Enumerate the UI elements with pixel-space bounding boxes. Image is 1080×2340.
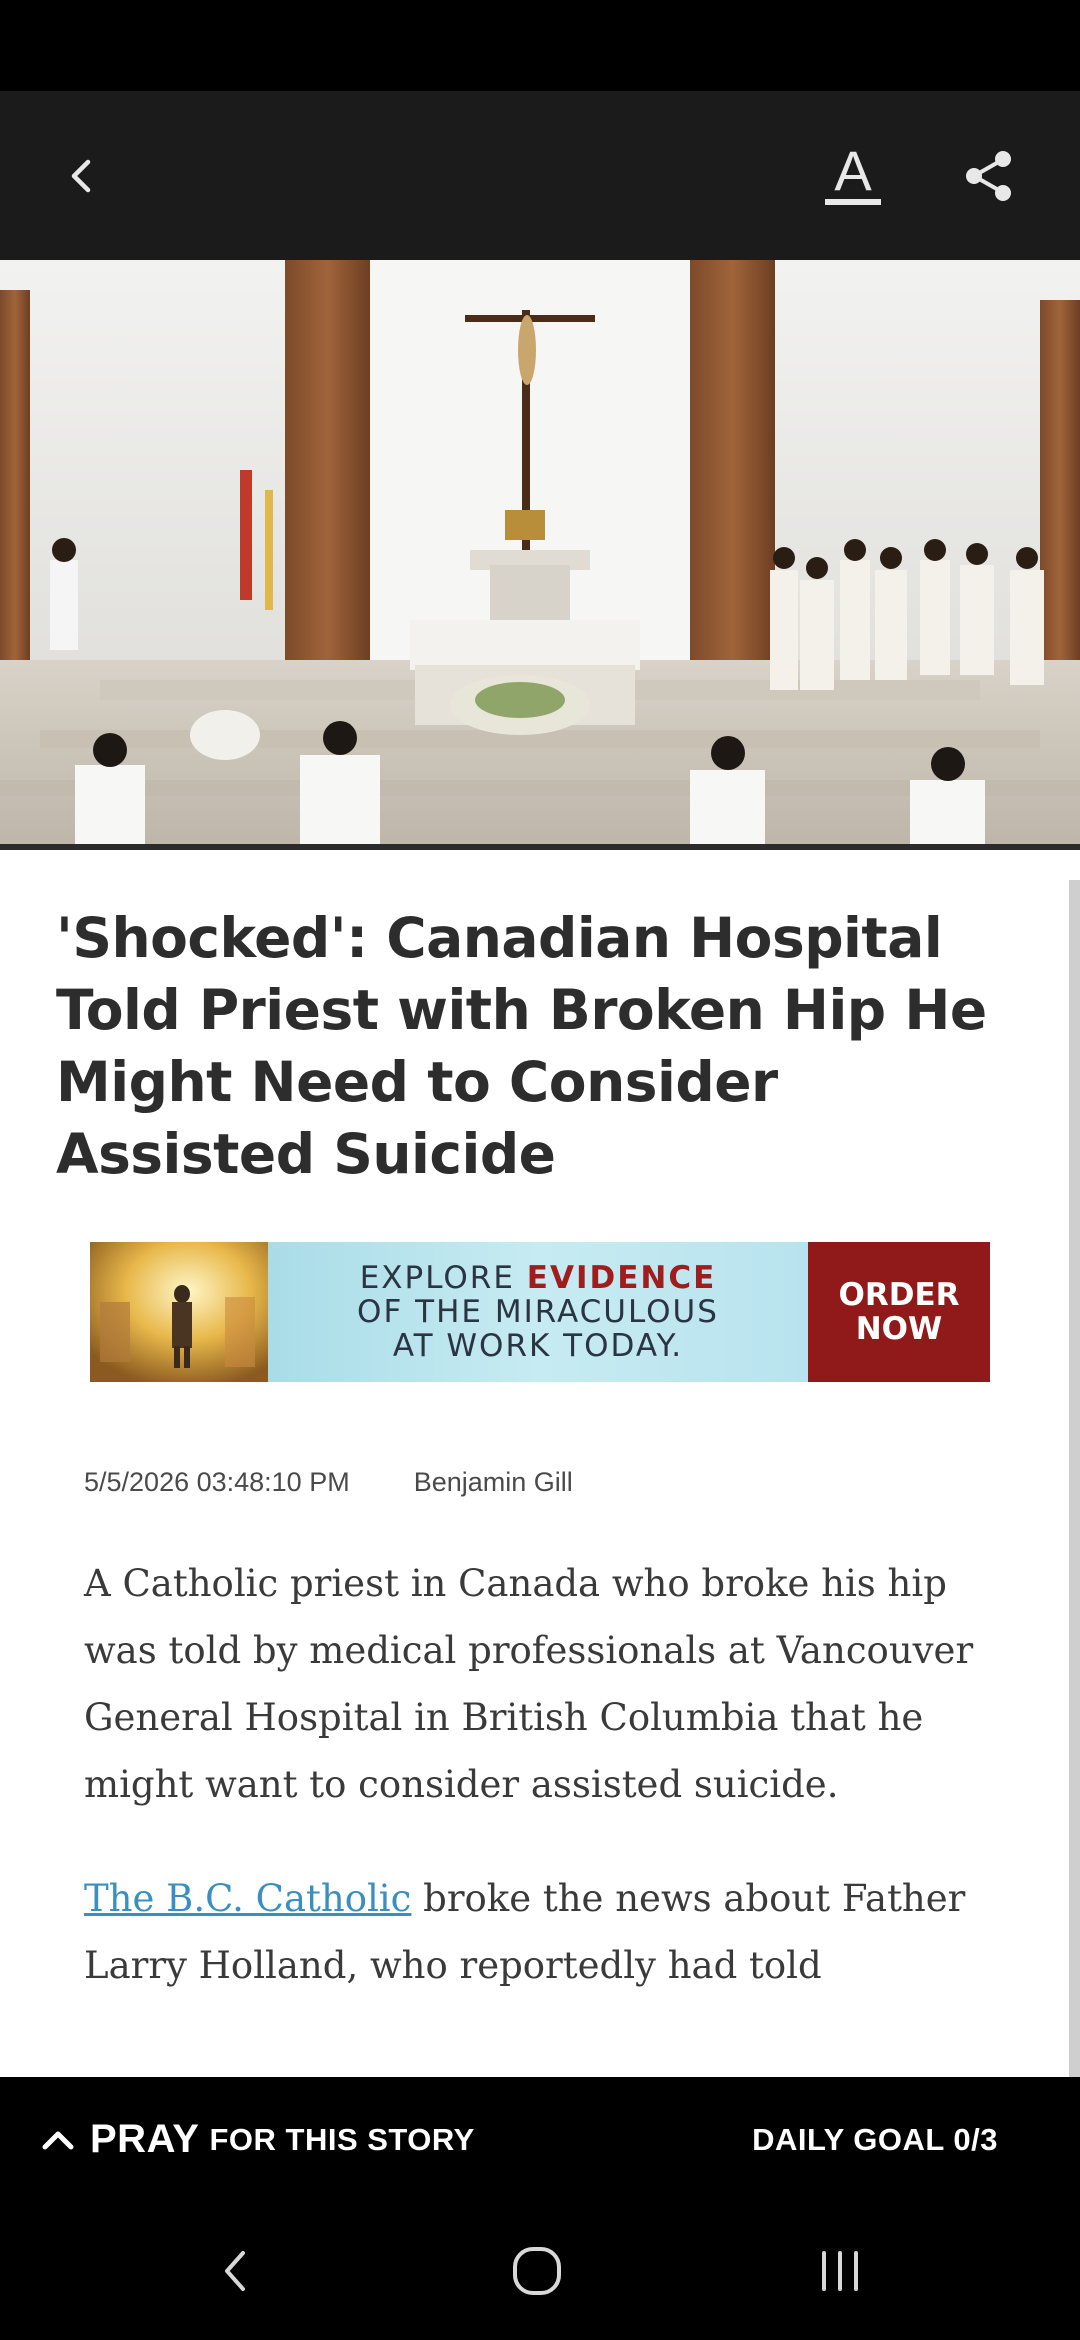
ad-line1-highlight: EVIDENCE [526, 1260, 717, 1296]
daily-goal: DAILY GOAL 0/3 [752, 2121, 998, 2157]
ad-text: EXPLORE EVIDENCE OF THE MIRACULOUS AT WO… [268, 1242, 808, 1382]
share-button[interactable] [928, 91, 1048, 260]
pray-label: PRAY [90, 2117, 200, 2161]
ad-banner[interactable]: EXPLORE EVIDENCE OF THE MIRACULOUS AT WO… [90, 1242, 990, 1382]
church-altar-photo [0, 260, 1080, 850]
pray-for-story-button[interactable]: PRAY FOR THIS STORY [40, 2077, 475, 2202]
system-nav-bar [0, 2202, 1080, 2340]
chevron-left-icon [71, 159, 91, 192]
article-content[interactable]: 'Shocked': Canadian Hospital Told Priest… [0, 850, 1080, 2077]
article-toolbar: A [0, 91, 1080, 260]
ad-cta-line1: ORDER [838, 1277, 960, 1313]
pray-subtitle: FOR THIS STORY [209, 2121, 475, 2157]
ad-image [90, 1242, 268, 1382]
scrollbar[interactable] [1069, 880, 1080, 2077]
nav-recents-icon [822, 2251, 858, 2291]
nav-recents-button[interactable] [770, 2202, 910, 2340]
order-now-button[interactable]: ORDER NOW [808, 1242, 990, 1382]
article-hero-image [0, 260, 1080, 850]
pray-bar: PRAY FOR THIS STORY DAILY GOAL 0/3 [0, 2077, 1080, 2202]
nav-home-icon [513, 2247, 561, 2295]
status-bar [0, 0, 1080, 91]
article-meta: 5/5/2026 03:48:10 PM Benjamin Gill [84, 1467, 573, 1498]
back-button[interactable] [22, 91, 142, 260]
ad-cta-line2: NOW [855, 1311, 943, 1347]
article-body: A Catholic priest in Canada who broke hi… [84, 1550, 1004, 2046]
nav-back-icon [225, 2251, 245, 2291]
article-author: Benjamin Gill [413, 1467, 573, 1497]
ad-line3: AT WORK TODAY. [392, 1328, 684, 1364]
article-paragraph: A Catholic priest in Canada who broke hi… [84, 1562, 974, 1806]
chevron-up-icon [42, 2131, 74, 2149]
ad-line2: OF THE MIRACULOUS [357, 1294, 719, 1330]
font-size-button[interactable]: A [793, 91, 913, 260]
bc-catholic-link[interactable]: The B.C. Catholic [84, 1877, 411, 1920]
nav-home-button[interactable] [467, 2202, 607, 2340]
article-title: 'Shocked': Canadian Hospital Told Priest… [56, 906, 987, 1186]
article-date: 5/5/2026 03:48:10 PM [84, 1467, 350, 1497]
share-icon [966, 150, 1011, 201]
text-size-icon: A [825, 140, 881, 205]
nav-back-button[interactable] [165, 2202, 305, 2340]
font-size-glyph: A [834, 140, 872, 202]
article-paragraph: The B.C. Catholic broke the news about F… [84, 1865, 1004, 1999]
ad-line1-prefix: EXPLORE [359, 1260, 527, 1296]
